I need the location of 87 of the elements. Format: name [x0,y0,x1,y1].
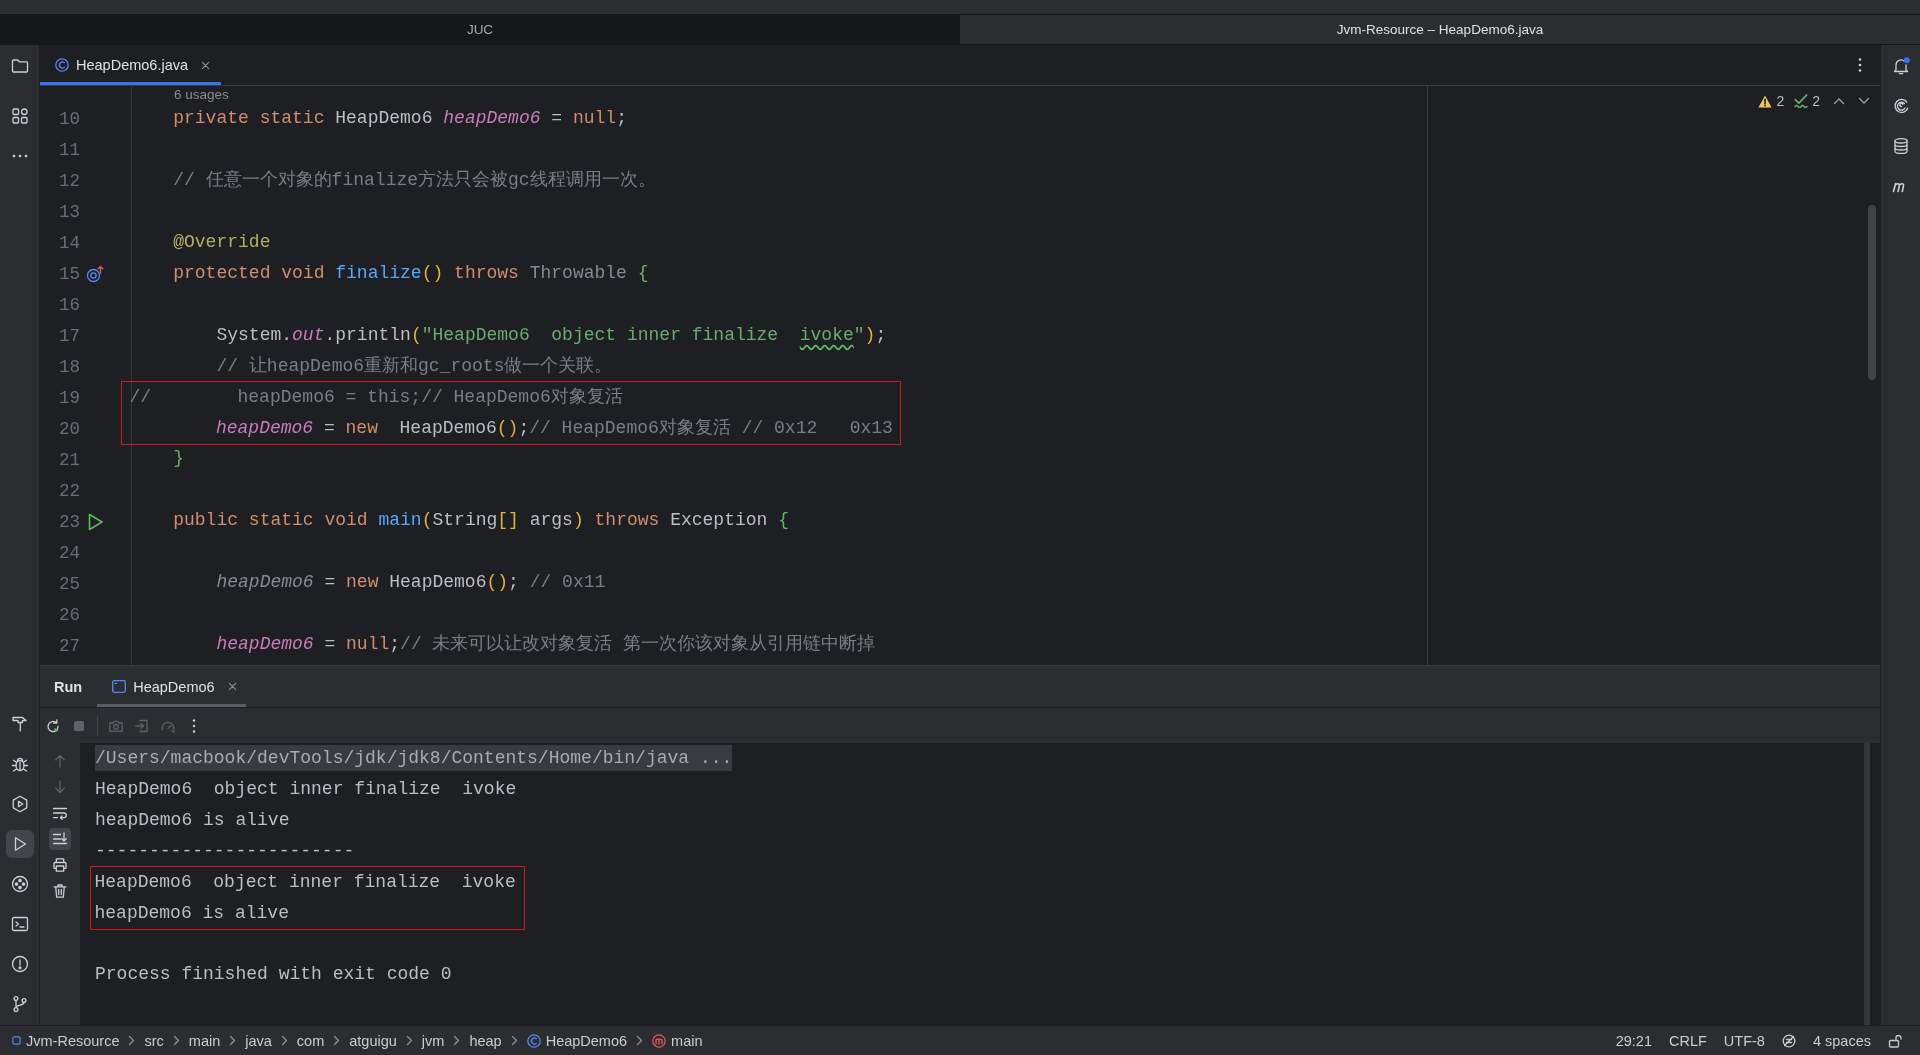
method-icon [652,1033,667,1048]
breadcrumb[interactable]: main [652,1032,703,1049]
close-icon[interactable] [227,682,237,691]
console-line: HeapDemo6 object inner finalize ivoke [95,779,517,799]
breadcrumb[interactable]: src [144,1032,164,1049]
warning-count[interactable]: 2 [1776,93,1785,109]
typo-check-icon [1794,94,1809,108]
line-number: 18 [59,356,80,377]
line-number: 10 [59,108,80,129]
chevron-right-icon [333,1035,341,1046]
caret-position[interactable]: 29:21 [1615,1032,1652,1049]
window-tab[interactable]: Jvm-Resource – HeapDemo6.java [960,15,1920,44]
console-line: HeapDemo6 object inner finalize ivoke [94,871,516,892]
code-line: // 任意一个对象的finalize方法只会被gc线程调用一次。 [173,170,656,190]
code-line: heapDemo6 = new HeapDemo6();// HeapDemo6对象复活 // 0x12 0x13 [215,417,893,438]
scroll-to-end-icon[interactable] [49,828,71,850]
warning-icon [1758,94,1773,108]
line-number: 12 [59,170,80,191]
breadcrumb[interactable]: HeapDemo6 [526,1032,628,1049]
line-number: 15 [59,263,80,284]
rerun-icon[interactable] [45,717,61,734]
chevron-right-icon [405,1035,413,1046]
class-icon [526,1033,541,1048]
scrollbar[interactable] [1868,205,1876,380]
line-number: 25 [59,573,80,594]
code-line: // heapDemo6 = this;// HeapDemo6对象复活 [129,386,623,407]
override-icon[interactable] [86,264,104,283]
code-line: protected void finalize() throws Throwable { [173,263,649,283]
breadcrumb[interactable]: atguigu [349,1032,397,1049]
line-number: 19 [59,387,80,408]
close-icon[interactable] [201,60,211,70]
chevron-right-icon [453,1035,461,1046]
code-line: System.out.println("HeapDemo6 object inner finalize ivoke"); [216,325,887,345]
lock-icon[interactable] [1888,1033,1902,1048]
console-line: Process finished with exit code 0 [95,964,452,984]
console-line: heapDemo6 is alive [94,902,289,923]
chevron-down-icon[interactable] [1858,97,1870,105]
chevron-right-icon [172,1035,180,1046]
line-number: 23 [59,511,80,532]
file-encoding[interactable]: UTF-8 [1723,1032,1765,1049]
console-command: /Users/macbook/devTools/jdk/jdk8/Contents/Home/bin/java ... [95,745,733,771]
line-number: 24 [59,542,80,563]
line-separator[interactable]: CRLF [1669,1032,1707,1049]
chevron-right-icon [128,1035,136,1046]
code-line: public static void main(String[] args) throws Exception { [173,510,789,530]
breadcrumb[interactable]: java [245,1032,272,1049]
scrollbar[interactable] [1864,743,1870,1025]
crossed-circle-icon[interactable] [1781,1033,1796,1048]
chevron-right-icon [636,1035,644,1046]
chevron-right-icon [280,1035,288,1046]
code-line: @Override [173,232,271,252]
chevron-right-icon [229,1035,237,1046]
code-line: heapDemo6 = null;// 未来可以让改对象复活 第一次你该对象从引用链中断掉 [216,634,876,654]
more-icon[interactable] [1858,57,1862,73]
line-number: 27 [59,635,80,656]
window-tab[interactable]: JUC [0,15,960,44]
breadcrumb[interactable]: heap [469,1032,502,1049]
run-icon[interactable] [86,512,104,531]
console-line: heapDemo6 is alive [95,810,290,830]
console-line: ------------------------ [95,841,355,861]
line-number: 13 [59,201,80,222]
class-icon [55,58,69,72]
indent-setting[interactable]: 4 spaces [1812,1032,1871,1049]
breadcrumb[interactable]: jvm [421,1032,445,1049]
typo-count[interactable]: 2 [1812,93,1820,109]
run-icon[interactable] [5,830,34,858]
breadcrumb[interactable]: com [296,1032,325,1049]
breadcrumb[interactable]: main [188,1032,221,1049]
line-number: 14 [59,232,80,253]
code-line: // 让heapDemo6重新和gc_roots做一个关联。 [216,356,613,376]
line-number: 17 [59,325,80,346]
line-number: 22 [59,480,80,501]
code-line: } [173,448,185,468]
line-number: 20 [59,418,80,439]
breadcrumb[interactable]: Jvm-Resource [12,1032,120,1049]
line-number: 16 [59,294,80,315]
line-number: 26 [59,604,80,625]
code-line: heapDemo6 = new HeapDemo6(); // 0x11 [216,572,606,592]
line-number: 11 [59,139,80,160]
line-number: 21 [59,449,80,470]
panel-title: Run [54,678,83,695]
chevron-right-icon [510,1035,518,1046]
chevron-up-icon[interactable] [1833,97,1845,105]
module-icon [12,1036,21,1045]
console-icon [112,680,127,693]
code-line: private static HeapDemo6 heapDemo6 = null; [173,108,627,128]
usages-hint[interactable]: 6 usages [174,87,229,102]
